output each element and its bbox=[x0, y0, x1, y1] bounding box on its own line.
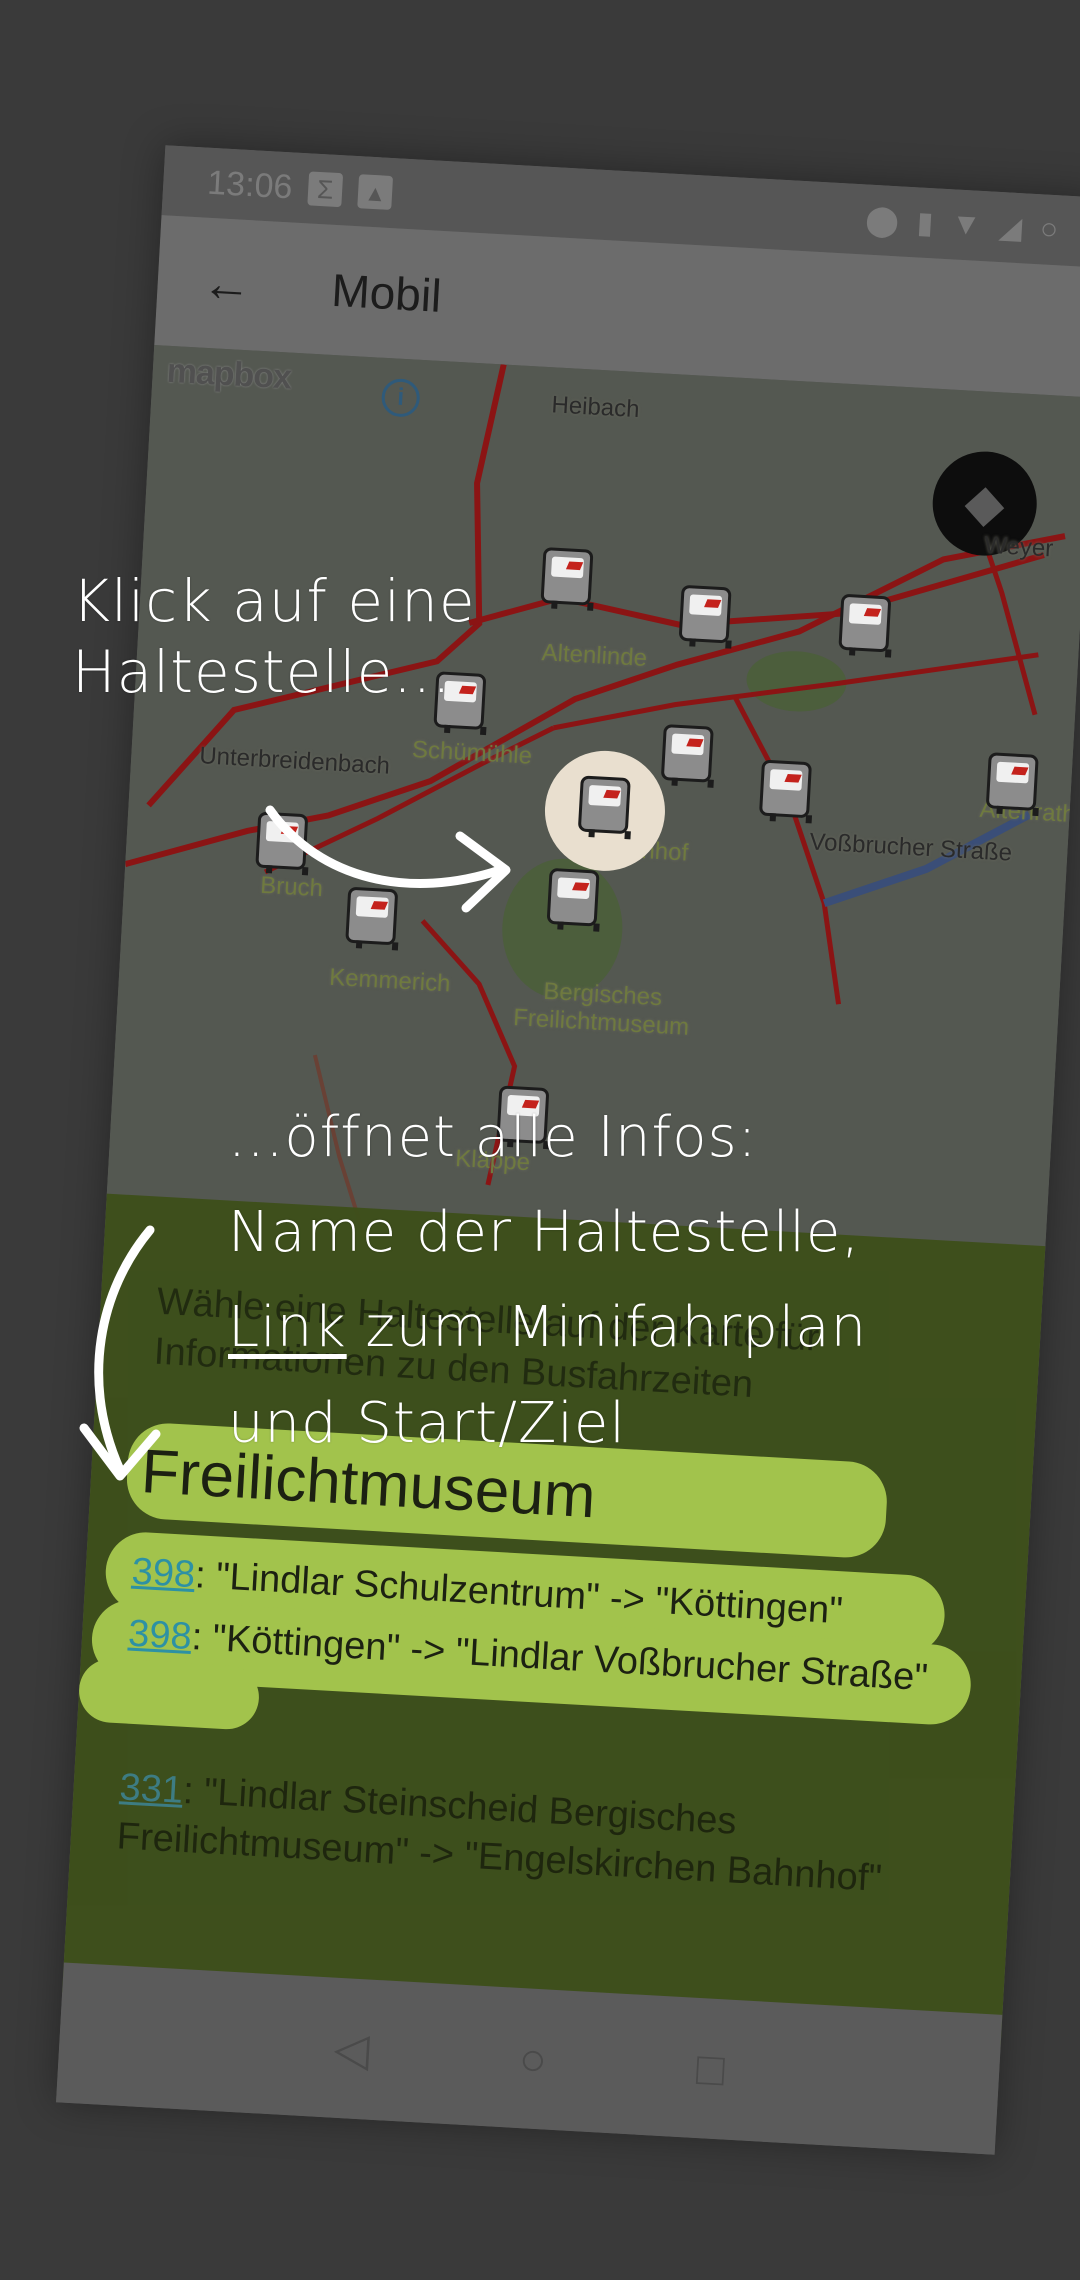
route-link[interactable]: 398 bbox=[127, 1613, 193, 1658]
page-title: Mobil bbox=[330, 263, 443, 322]
bus-stop-icon[interactable] bbox=[758, 759, 813, 819]
mapbox-logo: mapbox bbox=[165, 351, 293, 397]
sigma-icon: Σ bbox=[307, 171, 344, 208]
annotation-line: Link zum Minifahrplan bbox=[228, 1280, 867, 1375]
back-arrow-icon[interactable]: ← bbox=[200, 254, 293, 317]
route-link[interactable]: 331 bbox=[119, 1766, 185, 1811]
nav-recents-icon[interactable]: □ bbox=[695, 2041, 726, 2096]
bus-stop-icon[interactable] bbox=[678, 584, 732, 644]
vibrate-icon: ▮ bbox=[915, 205, 935, 240]
annotation-link-word: Link bbox=[228, 1295, 347, 1361]
annotation-top: Klick auf eine Haltestelle... bbox=[72, 566, 476, 708]
system-icons: ⬤ ▮ ▼ ◢ ○ bbox=[864, 202, 1059, 248]
map-label: Bergisches Freilichtmuseum bbox=[512, 977, 690, 1041]
annotation-line: Klick auf eine bbox=[72, 567, 476, 635]
map-label: Weyer bbox=[983, 531, 1054, 563]
route-entry: 331: "Lindlar Steinscheid Bergisches Fre… bbox=[116, 1763, 1000, 1911]
map-label: Heibach bbox=[550, 391, 641, 424]
nav-back-icon[interactable]: ◁ bbox=[333, 2021, 371, 2077]
route-text: : "Lindlar Steinscheid Bergisches Freili… bbox=[115, 1769, 883, 1901]
image-icon: ▴ bbox=[357, 174, 394, 210]
route-link[interactable]: 398 bbox=[131, 1551, 197, 1596]
signal-icon: ◢ bbox=[998, 210, 1023, 245]
annotation-line: und Start/Ziel bbox=[228, 1390, 626, 1456]
status-time: 13:06 bbox=[206, 163, 294, 206]
bus-stop-icon[interactable] bbox=[546, 867, 600, 927]
nav-home-icon[interactable]: ○ bbox=[518, 2031, 549, 2086]
map-label: Altenlinde bbox=[540, 639, 648, 672]
bus-stop-icon[interactable] bbox=[540, 547, 594, 606]
annotation-line: ...öffnet alle Infos: bbox=[228, 1105, 758, 1170]
bus-stop-icon[interactable] bbox=[660, 724, 714, 783]
bus-stop-icon[interactable] bbox=[838, 593, 892, 653]
wifi-icon: ▼ bbox=[950, 206, 982, 242]
arrow-down-icon bbox=[79, 1225, 161, 1481]
location-icon: ⬤ bbox=[864, 203, 900, 238]
annotation-bottom: ...öffnet alle Infos: Name der Haltestel… bbox=[228, 1090, 867, 1471]
bus-stop-icon[interactable] bbox=[577, 775, 631, 835]
annotation-line: Name der Haltestelle, bbox=[228, 1200, 861, 1266]
highlight-marker bbox=[77, 1656, 261, 1731]
arrow-right-icon bbox=[265, 805, 511, 913]
bus-stop-icon[interactable] bbox=[985, 752, 1039, 811]
annotation-line: Haltestelle... bbox=[72, 637, 452, 706]
annotation-text: zum Minifahrplan bbox=[346, 1295, 868, 1361]
battery-icon: ○ bbox=[1039, 211, 1060, 246]
